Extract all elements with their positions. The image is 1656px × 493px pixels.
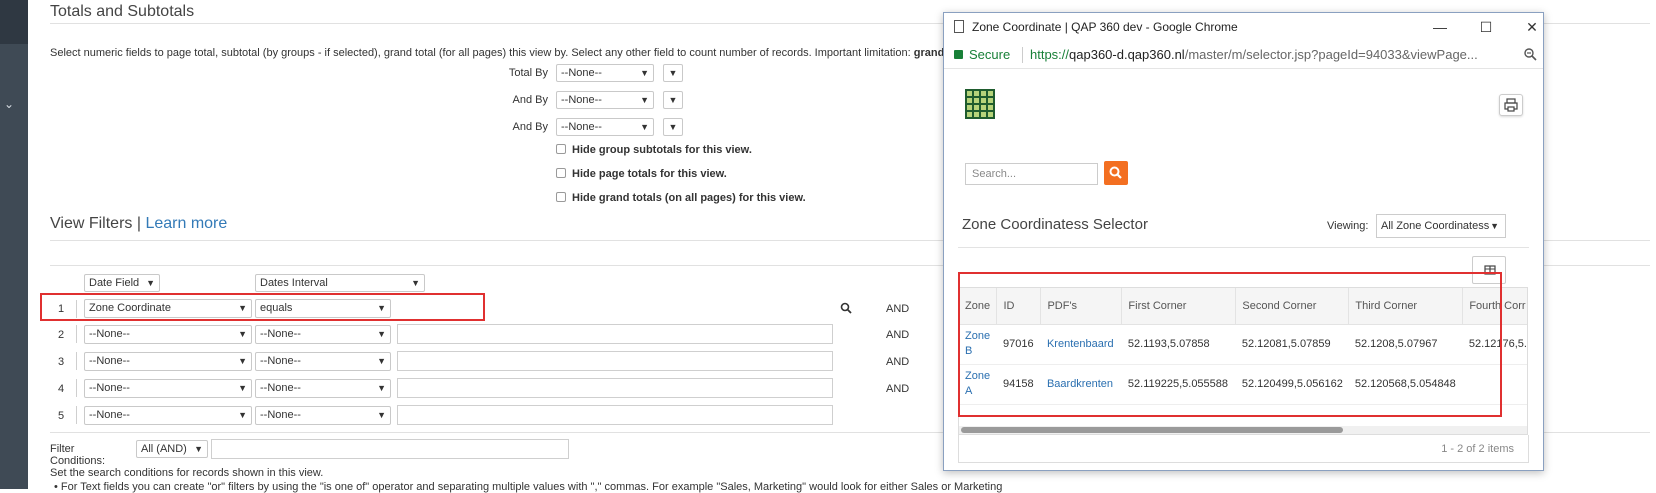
- chevron-down-icon: ▼: [377, 329, 386, 339]
- filter-value-input[interactable]: [397, 405, 833, 425]
- search-input[interactable]: Search...: [965, 163, 1098, 185]
- divider: [76, 325, 77, 343]
- and-by-label: And By: [512, 121, 548, 133]
- chevron-down-icon: ▼: [377, 410, 386, 420]
- checkbox[interactable]: [556, 168, 566, 178]
- divider: [76, 352, 77, 370]
- left-nav-rail: ⌄: [0, 0, 28, 489]
- window-title: Zone Coordinate | QAP 360 dev - Google C…: [972, 20, 1238, 34]
- row-number: 4: [57, 383, 65, 395]
- selector-title: Zone Coordinatess Selector: [962, 216, 1148, 233]
- print-button[interactable]: [1499, 94, 1523, 116]
- filter-operator-select[interactable]: --None-- ▼: [255, 379, 391, 398]
- checkbox[interactable]: [556, 192, 566, 202]
- chevron-down-icon: ▼: [238, 329, 247, 339]
- chevron-down-icon: ▼: [640, 95, 649, 105]
- and-label: AND: [886, 356, 910, 368]
- lock-icon: [954, 50, 963, 59]
- row-number: 5: [57, 410, 65, 422]
- divider: [76, 379, 77, 397]
- filter-field-select[interactable]: --None-- ▼: [84, 379, 252, 398]
- total-by-function-select[interactable]: ▼: [663, 64, 683, 82]
- printer-icon: [1504, 98, 1518, 112]
- secure-label: Secure: [969, 47, 1011, 62]
- filter-operator-select[interactable]: --None-- ▼: [255, 352, 391, 371]
- total-by-select[interactable]: --None-- ▼: [556, 64, 654, 82]
- chevron-down-icon: ▼: [194, 444, 203, 454]
- horizontal-scrollbar[interactable]: [959, 426, 1527, 434]
- viewing-select[interactable]: All Zone Coordinatess ▼: [1376, 214, 1506, 238]
- chevron-down-icon: ▼: [640, 68, 649, 78]
- total-by-label: Total By: [508, 67, 548, 79]
- view-filters-title: View Filters | Learn more: [50, 215, 228, 232]
- minimize-button[interactable]: —: [1430, 17, 1450, 37]
- row-number: 2: [57, 329, 65, 341]
- chevron-down-icon: ▼: [1490, 221, 1499, 231]
- divider: [76, 406, 77, 424]
- left-nav-header: [0, 0, 28, 44]
- search-icon[interactable]: [840, 302, 852, 314]
- learn-more-link[interactable]: Learn more: [145, 215, 227, 232]
- maximize-button[interactable]: ☐: [1476, 17, 1496, 37]
- search-button[interactable]: [1104, 161, 1128, 185]
- date-field-select[interactable]: Date Field ▼: [84, 274, 160, 292]
- filter-value-input[interactable]: [397, 324, 833, 344]
- and-by-function-select-1[interactable]: ▼: [663, 91, 683, 109]
- filter-help-bullet: • For Text fields you can create "or" fi…: [54, 481, 1003, 493]
- chevron-down-icon: ▼: [377, 356, 386, 366]
- address-bar[interactable]: Secure https://qap360-d.qap360.nl/master…: [944, 41, 1543, 69]
- filter-conditions-label: Filter Conditions:: [50, 443, 106, 467]
- filter-field-select[interactable]: --None-- ▼: [84, 325, 252, 344]
- window-titlebar: Zone Coordinate | QAP 360 dev - Google C…: [944, 13, 1543, 41]
- hide-page-totals-option[interactable]: Hide page totals for this view.: [556, 168, 727, 180]
- and-label: AND: [886, 383, 910, 395]
- highlight-box: [958, 272, 1502, 417]
- app-logo: [965, 89, 995, 119]
- filter-operator-select[interactable]: --None-- ▼: [255, 325, 391, 344]
- filter-value-input[interactable]: [397, 378, 833, 398]
- and-by-label: And By: [512, 94, 548, 106]
- filter-conditions-input[interactable]: [211, 439, 569, 459]
- and-by-select-1[interactable]: --None-- ▼: [556, 91, 654, 109]
- row-number: 3: [57, 356, 65, 368]
- and-by-function-select-2[interactable]: ▼: [663, 118, 683, 136]
- chevron-down-icon[interactable]: ⌄: [4, 98, 16, 110]
- checkbox[interactable]: [556, 144, 566, 154]
- chevron-down-icon: ▼: [238, 356, 247, 366]
- and-by-select-2[interactable]: --None-- ▼: [556, 118, 654, 136]
- filter-operator-select[interactable]: --None-- ▼: [255, 406, 391, 425]
- hide-grand-totals-option[interactable]: Hide grand totals (on all pages) for thi…: [556, 192, 806, 204]
- filter-conditions-select[interactable]: All (AND) ▼: [136, 440, 208, 458]
- dates-interval-select[interactable]: Dates Interval ▼: [255, 274, 425, 292]
- highlight-box: [40, 293, 485, 321]
- selector-popup-window: Zone Coordinate | QAP 360 dev - Google C…: [943, 12, 1544, 471]
- and-label: AND: [886, 329, 910, 341]
- totals-section-title: Totals and Subtotals: [50, 3, 195, 20]
- chevron-down-icon: ▼: [411, 278, 420, 288]
- chevron-down-icon: ▼: [146, 278, 155, 288]
- search-icon: [1109, 166, 1122, 179]
- url-text[interactable]: https://qap360-d.qap360.nl/master/m/sele…: [1030, 47, 1500, 62]
- filter-help-text: Set the search conditions for records sh…: [50, 467, 324, 479]
- chevron-down-icon: ▼: [238, 410, 247, 420]
- divider: [958, 247, 1529, 248]
- chevron-down-icon: ▼: [640, 122, 649, 132]
- hide-group-subtotals-option[interactable]: Hide group subtotals for this view.: [556, 144, 752, 156]
- chevron-down-icon: ▼: [238, 383, 247, 393]
- totals-description: Select numeric fields to page total, sub…: [50, 47, 986, 59]
- filter-field-select[interactable]: --None-- ▼: [84, 406, 252, 425]
- grid-footer: 1 - 2 of 2 items: [958, 435, 1529, 463]
- zoom-icon[interactable]: [1523, 47, 1537, 61]
- filter-field-select[interactable]: --None-- ▼: [84, 352, 252, 371]
- items-count: 1 - 2 of 2 items: [1441, 443, 1514, 455]
- and-label: AND: [886, 303, 910, 315]
- scrollbar-thumb[interactable]: [961, 427, 1343, 433]
- divider: [1022, 47, 1023, 63]
- close-button[interactable]: ✕: [1522, 17, 1542, 37]
- chevron-down-icon: ▼: [377, 383, 386, 393]
- filter-value-input[interactable]: [397, 351, 833, 371]
- document-icon: [954, 20, 964, 33]
- viewing-label: Viewing:: [1327, 220, 1369, 232]
